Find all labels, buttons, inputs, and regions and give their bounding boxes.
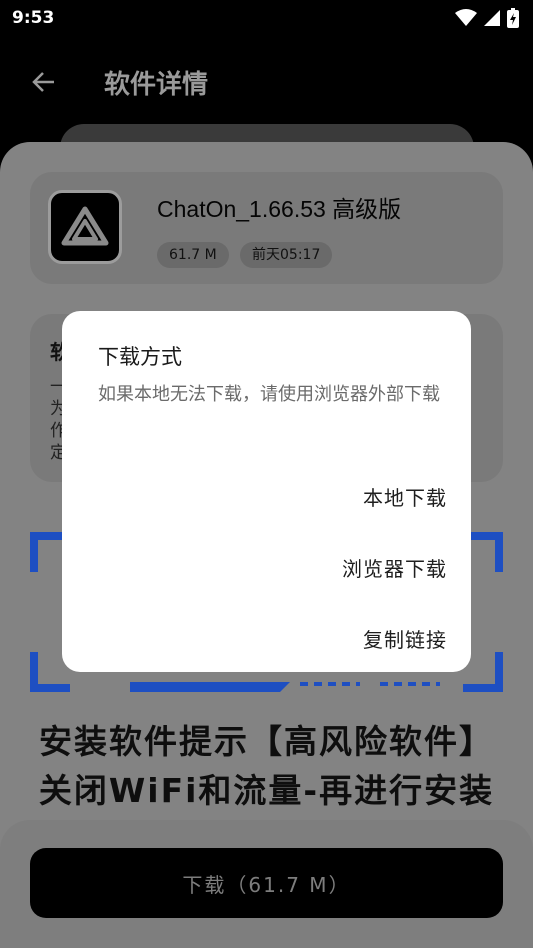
download-method-dialog: 下载方式 如果本地无法下载，请使用浏览器外部下载 本地下载 浏览器下载 复制链接: [62, 311, 471, 672]
battery-charging-icon: [507, 8, 519, 28]
upload-date-badge: 前天05:17: [240, 242, 333, 268]
file-size-badge: 61.7 M: [157, 242, 229, 268]
banner-warning-line1: 安装软件提示【高风险软件】: [39, 722, 494, 761]
app-logo: [48, 190, 122, 264]
back-button[interactable]: [26, 64, 62, 100]
browser-download-option[interactable]: 浏览器下载: [342, 547, 447, 588]
wifi-icon: [455, 9, 477, 26]
local-download-option[interactable]: 本地下载: [363, 476, 447, 517]
app-bar: 软件详情: [0, 50, 533, 112]
dialog-title: 下载方式: [98, 345, 182, 369]
banner-warning-line2: 关闭WiFi和流量-再进行安装: [38, 771, 495, 810]
status-time: 9:53: [12, 8, 55, 28]
page-title: 软件详情: [104, 70, 209, 100]
dialog-message: 如果本地无法下载，请使用浏览器外部下载: [98, 384, 440, 405]
status-icons: [455, 8, 519, 28]
copy-link-option[interactable]: 复制链接: [363, 618, 447, 659]
back-arrow-icon: [32, 72, 54, 92]
app-logo-icon: [61, 206, 109, 246]
app-name: ChatOn_1.66.53 高级版: [157, 196, 402, 222]
status-bar: 9:53: [0, 0, 533, 36]
download-button[interactable]: 下载（61.7 M）: [30, 848, 503, 918]
cellular-signal-icon: [484, 10, 500, 26]
